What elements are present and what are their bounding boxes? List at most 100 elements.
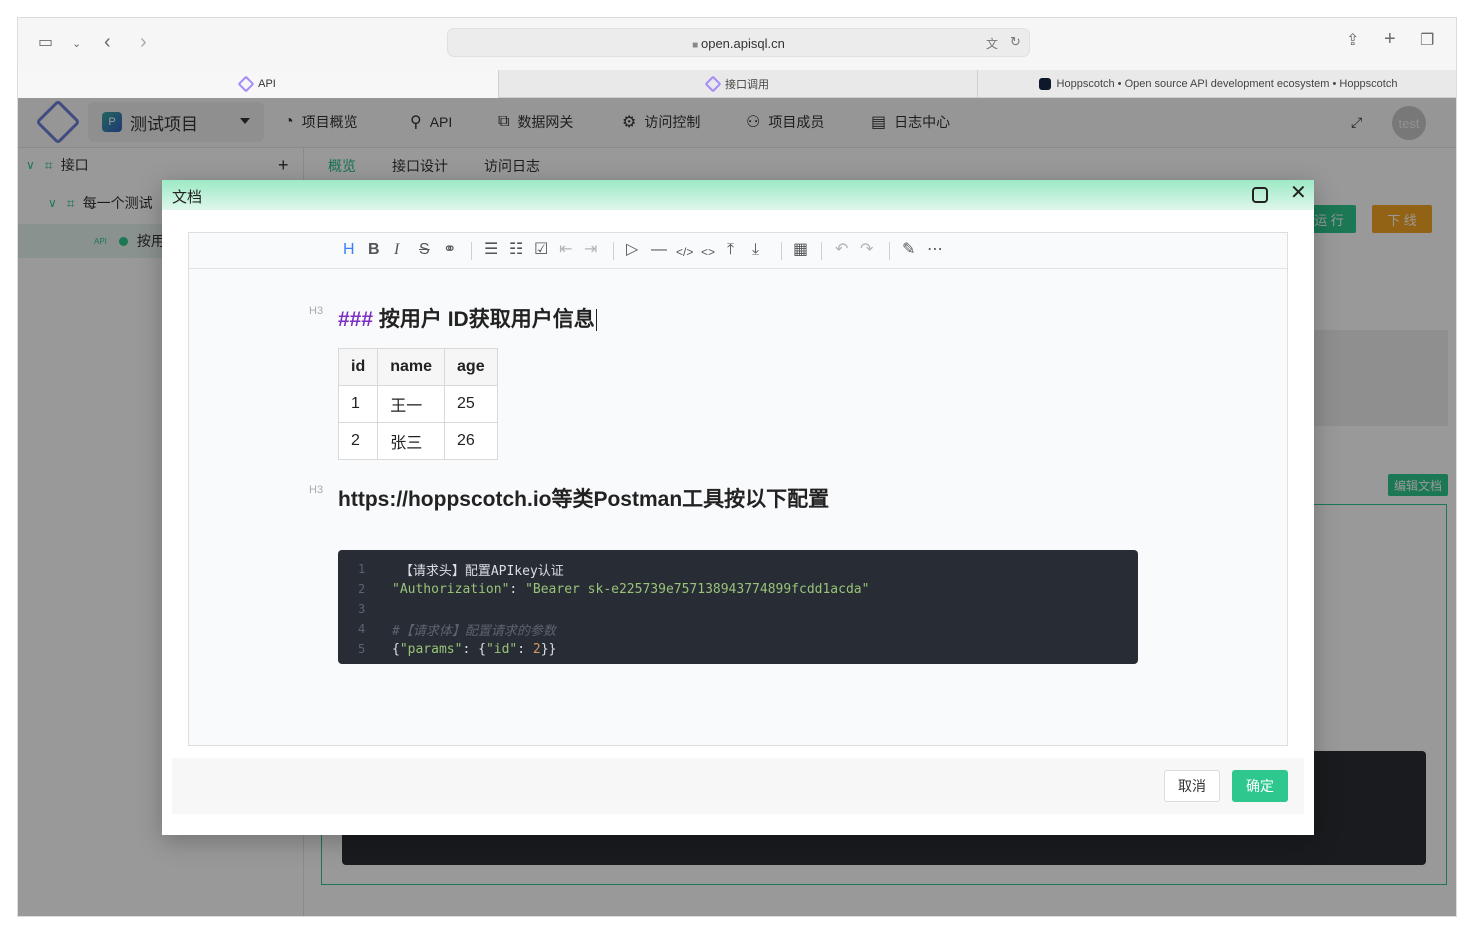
modal-footer: 取消 确定 [172, 758, 1304, 814]
code-key: "params" [399, 641, 463, 657]
table-header: age [444, 348, 498, 386]
insert-above-icon[interactable]: ⤒ [727, 241, 734, 259]
back-icon[interactable]: ‹ [104, 32, 111, 52]
heading-icon[interactable]: H [343, 241, 355, 259]
api-favicon-icon [704, 75, 722, 93]
code-number: 2 [532, 641, 541, 657]
table-row: 2 张三 26 [337, 422, 498, 460]
line-number: 2 [358, 582, 366, 596]
toolbar-divider [613, 242, 614, 260]
doc-heading-2[interactable]: https://hoppscotch.io等类Postman工具按以下配置 [338, 483, 829, 513]
chevron-down-icon[interactable]: ⌄ [72, 36, 81, 52]
undo-icon[interactable]: ↶ [835, 241, 848, 259]
code-block[interactable]: 1 【请求头】配置APIkey认证 2 "Authorization": "Be… [338, 550, 1138, 664]
outdent-icon[interactable]: ⇤ [559, 241, 572, 259]
insert-below-icon[interactable]: ⤓ [752, 241, 759, 259]
table-cell: 1 [337, 385, 379, 423]
tab-title: 接口调用 [725, 79, 769, 91]
code-line: 1 【请求头】配置APIkey认证 [338, 559, 1138, 579]
share-icon[interactable]: ⇪ [1346, 33, 1359, 49]
maximize-icon[interactable] [1252, 187, 1268, 203]
code-comment: #【请求体】配置请求的参数 [392, 623, 556, 639]
link-icon[interactable]: ⚭ [443, 241, 456, 259]
table-icon[interactable]: ▦ [793, 241, 808, 259]
url-value: open.apisql.cn [700, 36, 785, 51]
modal-header[interactable]: 文档 ✕ [162, 180, 1314, 210]
confirm-button[interactable]: 确定 [1232, 770, 1288, 802]
document-modal: 文档 ✕ H B I S ⚭ ☰ ☷ ☑ ⇤ ⇥ ▷ — </> <> ⤒ ⤓ … [162, 180, 1314, 835]
code-line: 3 [338, 599, 1138, 619]
quote-icon[interactable]: ▷ [626, 241, 638, 259]
strikethrough-icon[interactable]: S [419, 241, 430, 259]
indent-icon[interactable]: ⇥ [584, 241, 597, 259]
markdown-editor[interactable]: H B I S ⚭ ☰ ☷ ☑ ⇤ ⇥ ▷ — </> <> ⤒ ⤓ ▦ ↶ ↷… [188, 232, 1288, 746]
reload-icon[interactable]: ↻ [1010, 34, 1021, 50]
redo-icon[interactable]: ↷ [860, 241, 873, 259]
tab-bar: API 接口调用 Hoppscotch • Open source API de… [18, 70, 1456, 98]
line-number: 4 [358, 622, 366, 636]
code-punct: : { [462, 641, 486, 657]
italic-icon[interactable]: I [394, 241, 399, 259]
more-icon[interactable]: ⋯ [927, 241, 943, 259]
table-header: id [337, 348, 379, 386]
code-punct: }} [540, 641, 557, 657]
code-punct: { [392, 641, 400, 657]
table-cell: 25 [444, 385, 498, 423]
lock-icon: ■ [692, 40, 701, 51]
translate-icon[interactable]: 文 [986, 35, 998, 52]
close-icon[interactable]: ✕ [1290, 183, 1307, 203]
code-punct: : [517, 641, 533, 657]
editor-toolbar: H B I S ⚭ ☰ ☷ ☑ ⇤ ⇥ ▷ — </> <> ⤒ ⤓ ▦ ↶ ↷… [189, 233, 1287, 269]
tab-title: API [258, 78, 276, 90]
toolbar-divider [821, 242, 822, 260]
checklist-icon[interactable]: ☑ [534, 241, 548, 259]
tab-interface-call[interactable]: 接口调用 [498, 70, 977, 98]
address-bar[interactable]: ■ open.apisql.cn 文 ↻ [447, 28, 1030, 57]
table-header-row: id name age [337, 348, 498, 386]
edit-mode-icon[interactable]: ✎ [902, 241, 915, 259]
tab-overview-icon[interactable]: ❐ [1420, 33, 1434, 49]
text-cursor [595, 309, 597, 332]
heading-text: 按用户 ID获取用户信息 [373, 308, 595, 331]
code-punct: : [509, 581, 526, 597]
cancel-button[interactable]: 取消 [1164, 770, 1220, 802]
heading-hash-marks: ### [338, 308, 374, 331]
api-favicon-icon [237, 75, 255, 93]
toolbar-divider [889, 242, 890, 260]
inline-code-icon[interactable]: <> [701, 243, 715, 261]
hoppscotch-favicon-icon [1038, 78, 1051, 90]
table-row: 1 王一 25 [337, 385, 498, 423]
bold-icon[interactable]: B [368, 241, 380, 259]
ordered-list-icon[interactable]: ☷ [509, 241, 523, 259]
code-line: 4 #【请求体】配置请求的参数 [338, 619, 1138, 639]
user-table: id name age 1 王一 25 2 张三 26 [337, 348, 498, 460]
code-text: 【请求头】配置APIkey认证 [392, 563, 564, 579]
line-number: 3 [358, 602, 366, 616]
table-cell: 王一 [377, 385, 446, 423]
browser-window: ▭ ⌄ ‹ › ■ open.apisql.cn 文 ↻ ⇪ + ❐ API 接… [17, 17, 1457, 917]
tab-api[interactable]: API [18, 70, 498, 98]
code-key: "Authorization" [392, 581, 510, 597]
forward-icon[interactable]: › [140, 32, 147, 52]
bullet-list-icon[interactable]: ☰ [484, 241, 498, 259]
doc-heading-1[interactable]: ### 按用户 ID获取用户信息 [338, 303, 597, 333]
modal-title: 文档 [172, 189, 203, 206]
tab-title: Hoppscotch • Open source API development… [1056, 78, 1398, 90]
table-cell: 张三 [377, 422, 446, 460]
sidebar-toggle-icon[interactable]: ▭ [38, 35, 53, 51]
table-cell: 2 [337, 422, 379, 460]
line-number: 1 [358, 562, 366, 576]
horizontal-rule-icon[interactable]: — [651, 241, 667, 259]
code-key: "id" [485, 641, 518, 657]
tab-hoppscotch[interactable]: Hoppscotch • Open source API development… [977, 70, 1456, 98]
h3-marker: H3 [309, 305, 324, 317]
h3-marker: H3 [309, 484, 324, 496]
table-header: name [377, 348, 446, 386]
url-text: ■ open.apisql.cn [448, 36, 1029, 51]
code-line: 2 "Authorization": "Bearer sk-e225739e75… [338, 579, 1138, 599]
toolbar-divider [471, 242, 472, 260]
table-cell: 26 [444, 422, 498, 460]
code-block-icon[interactable]: </> [676, 243, 693, 261]
new-tab-icon[interactable]: + [1384, 29, 1396, 49]
line-number: 5 [358, 642, 366, 656]
